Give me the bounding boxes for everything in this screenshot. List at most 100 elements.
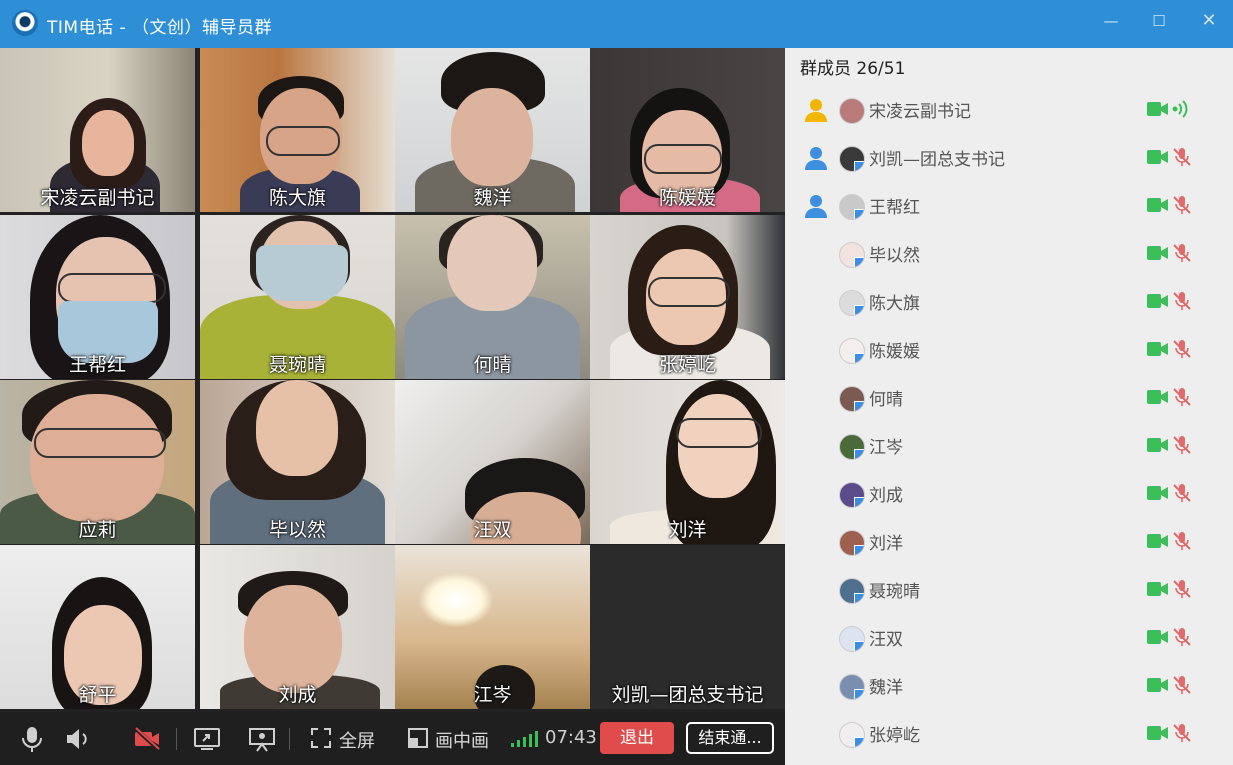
participant-name: 舒平: [78, 684, 117, 706]
mic-muted-icon: [1173, 340, 1191, 358]
presentation-icon[interactable]: [248, 726, 276, 752]
member-name: 刘洋: [869, 534, 903, 554]
member-row[interactable]: 王帮红: [785, 181, 1233, 229]
video-tile[interactable]: 汪双: [395, 380, 590, 544]
camera-on-icon: [1147, 438, 1168, 452]
close-button[interactable]: ✕: [1196, 10, 1222, 32]
exit-button[interactable]: 退出: [600, 722, 674, 754]
video-tile[interactable]: 江岑: [395, 545, 590, 709]
member-name: 陈媛媛: [869, 342, 920, 362]
member-name: 陈大旗: [869, 294, 920, 314]
mic-muted-icon: [1173, 628, 1191, 646]
camera-on-icon: [1147, 198, 1168, 212]
minimize-button[interactable]: —: [1098, 10, 1124, 32]
mic-muted-icon: [1173, 580, 1191, 598]
video-tile[interactable]: 聂琬晴: [200, 215, 395, 379]
video-tile[interactable]: 张婷屹: [590, 215, 785, 379]
video-tile[interactable]: 应莉: [0, 380, 195, 544]
camera-on-icon: [1147, 678, 1168, 692]
avatar: [839, 290, 865, 316]
member-row[interactable]: 汪双: [785, 613, 1233, 661]
video-grid: 宋凌云副书记 陈大旗 魏洋 陈媛媛 王帮红 聂琬晴 何晴 张婷屹 应莉 毕以然 …: [0, 48, 785, 712]
camera-off-icon[interactable]: [132, 725, 162, 753]
participant-name: 应莉: [78, 519, 117, 541]
microphone-icon[interactable]: [20, 725, 44, 753]
speaker-icon[interactable]: [64, 726, 92, 752]
admin-badge-icon: [805, 147, 827, 170]
participant-name: 聂琬晴: [268, 354, 326, 376]
avatar: [839, 674, 865, 700]
device-badge-icon: [854, 401, 864, 411]
member-name: 魏洋: [869, 678, 903, 698]
participant-name: 毕以然: [268, 519, 326, 541]
tim-logo-icon: [12, 10, 38, 36]
member-name: 张婷屹: [869, 726, 920, 746]
member-row[interactable]: 聂琬晴: [785, 565, 1233, 613]
participant-name: 陈媛媛: [658, 187, 716, 209]
avatar: [839, 338, 865, 364]
fullscreen-label: 全屏: [339, 731, 375, 752]
device-badge-icon: [854, 545, 864, 555]
video-tile[interactable]: 陈媛媛: [590, 48, 785, 212]
member-name: 江岑: [869, 438, 903, 458]
device-badge-icon: [854, 497, 864, 507]
participant-name: 陈大旗: [268, 187, 326, 209]
title-bar: TIM电话 - （文创）辅导员群 — ☐ ✕: [0, 0, 1233, 48]
camera-on-icon: [1147, 102, 1168, 116]
video-tile[interactable]: 何晴: [395, 215, 590, 379]
video-tile[interactable]: 刘成: [200, 545, 395, 709]
participant-name: 王帮红: [68, 354, 126, 376]
owner-badge-icon: [805, 99, 827, 122]
video-tile[interactable]: 舒平: [0, 545, 195, 709]
device-badge-icon: [854, 593, 864, 603]
avatar: [839, 386, 865, 412]
camera-on-icon: [1147, 486, 1168, 500]
pip-label: 画中画: [435, 731, 489, 752]
member-row[interactable]: 宋凌云副书记: [785, 85, 1233, 133]
picture-in-picture-icon: [408, 728, 428, 748]
device-badge-icon: [854, 209, 864, 219]
mic-muted-icon: [1173, 436, 1191, 454]
avatar: [839, 530, 865, 556]
member-row[interactable]: 魏洋: [785, 661, 1233, 709]
camera-on-icon: [1147, 150, 1168, 164]
speaking-icon: [1172, 100, 1188, 118]
camera-on-icon: [1147, 630, 1168, 644]
member-row[interactable]: 刘凯—团总支书记: [785, 133, 1233, 181]
mic-muted-icon: [1173, 676, 1191, 694]
window-title: TIM电话 - （文创）辅导员群: [47, 18, 273, 38]
video-tile[interactable]: 毕以然: [200, 380, 395, 544]
end-call-button[interactable]: 结束通...: [686, 722, 774, 754]
member-row[interactable]: 陈大旗: [785, 277, 1233, 325]
member-row[interactable]: 何晴: [785, 373, 1233, 421]
avatar: [839, 98, 865, 124]
member-row[interactable]: 毕以然: [785, 229, 1233, 277]
camera-on-icon: [1147, 726, 1168, 740]
mic-muted-icon: [1173, 196, 1191, 214]
screen-share-icon[interactable]: [193, 726, 221, 752]
avatar: [839, 242, 865, 268]
mic-muted-icon: [1173, 484, 1191, 502]
participant-name: 汪双: [473, 519, 512, 541]
member-name: 王帮红: [869, 198, 920, 218]
participant-name: 刘凯—团总支书记: [611, 684, 764, 706]
call-timer: 07:43: [545, 727, 597, 748]
participant-name: 张婷屹: [658, 354, 716, 376]
signal-icon: [510, 731, 540, 747]
member-row[interactable]: 陈媛媛: [785, 325, 1233, 373]
member-name: 毕以然: [869, 246, 920, 266]
video-tile[interactable]: 魏洋: [395, 48, 590, 212]
ceiling-light: [419, 573, 493, 627]
maximize-button[interactable]: ☐: [1146, 10, 1172, 32]
video-tile-camera-off[interactable]: 刘凯—团总支书记: [590, 545, 785, 709]
member-row[interactable]: 张婷屹: [785, 709, 1233, 757]
member-row[interactable]: 江岑: [785, 421, 1233, 469]
video-tile[interactable]: 王帮红: [0, 215, 195, 379]
member-row[interactable]: 刘成: [785, 469, 1233, 517]
device-badge-icon: [854, 689, 864, 699]
video-tile[interactable]: 宋凌云副书记: [0, 48, 195, 212]
video-tile[interactable]: 陈大旗: [200, 48, 395, 212]
member-name: 宋凌云副书记: [869, 102, 971, 122]
video-tile[interactable]: 刘洋: [590, 380, 785, 544]
member-row[interactable]: 刘洋: [785, 517, 1233, 565]
